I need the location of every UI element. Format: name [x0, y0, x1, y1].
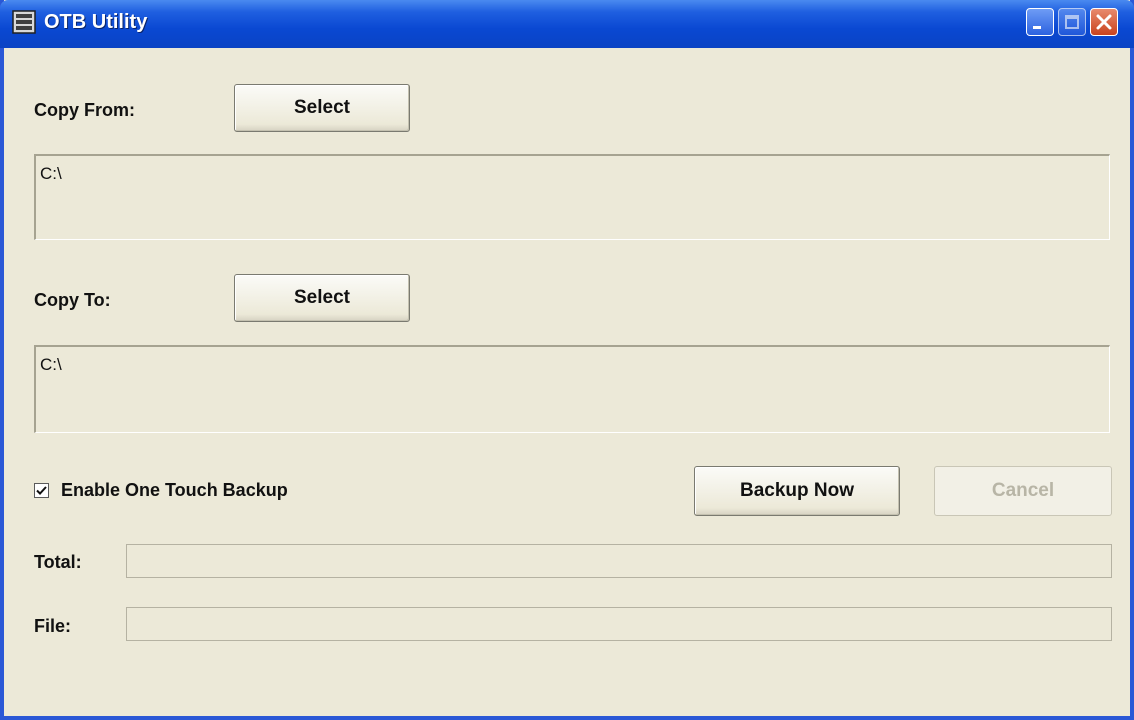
copy-from-path-field[interactable]: C:\	[34, 154, 1110, 240]
copy-to-label: Copy To:	[34, 290, 111, 310]
copy-from-select-button[interactable]: Select	[234, 84, 410, 132]
copy-to-path-field[interactable]: C:\	[34, 345, 1110, 433]
title-bar[interactable]: OTB Utility	[0, 0, 1134, 48]
minimize-button[interactable]	[1026, 8, 1054, 36]
close-icon	[1096, 14, 1112, 30]
copy-from-label: Copy From:	[34, 100, 135, 120]
window-title: OTB Utility	[44, 11, 148, 33]
total-label: Total:	[34, 552, 82, 572]
backup-now-button[interactable]: Backup Now	[694, 466, 900, 516]
total-progress-bar	[126, 544, 1112, 578]
minimize-icon	[1033, 26, 1041, 29]
checkmark-icon	[36, 486, 47, 495]
enable-one-touch-backup-checkbox[interactable]	[34, 483, 49, 498]
file-label: File:	[34, 616, 72, 636]
close-button[interactable]	[1090, 8, 1118, 36]
copy-to-select-button[interactable]: Select	[234, 274, 410, 322]
file-progress-bar	[126, 607, 1112, 641]
cancel-button: Cancel	[934, 466, 1112, 516]
maximize-button[interactable]	[1058, 8, 1086, 36]
maximize-icon	[1065, 15, 1079, 29]
otb-utility-window: OTB Utility Copy From: Select C:\ Copy T…	[0, 0, 1134, 720]
enable-one-touch-backup-label: Enable One Touch Backup	[61, 480, 288, 500]
app-icon	[12, 10, 36, 34]
enable-one-touch-backup-option[interactable]: Enable One Touch Backup	[34, 480, 288, 501]
